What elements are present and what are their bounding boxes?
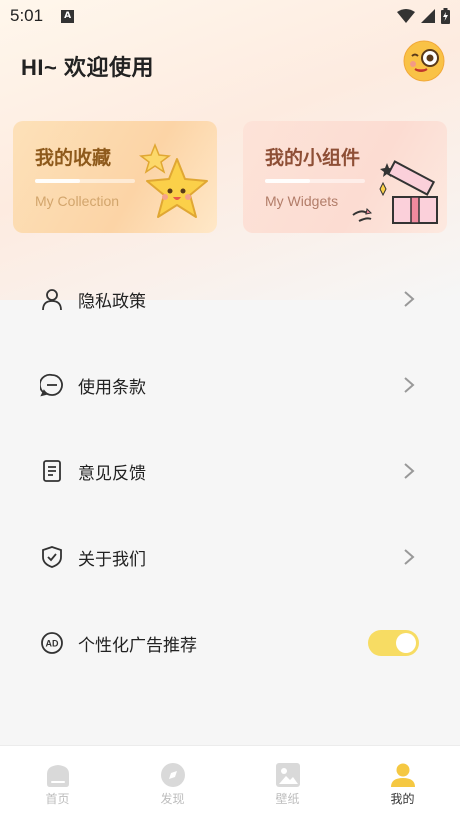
menu-item-about-us[interactable]: 关于我们	[0, 527, 460, 587]
a-icon: A	[61, 9, 75, 23]
menu-label: 个性化广告推荐	[78, 635, 197, 656]
status-time: 5:01	[10, 6, 44, 25]
shield-check-icon	[42, 546, 62, 568]
wifi-icon	[397, 9, 415, 23]
personalized-ads-toggle[interactable]	[368, 630, 419, 656]
menu-label: 关于我们	[78, 549, 146, 570]
home-icon	[47, 765, 69, 787]
menu-label: 隐私政策	[78, 291, 146, 312]
toggle-knob	[396, 633, 416, 653]
menu-item-terms-of-use[interactable]: 使用条款	[0, 355, 460, 415]
avatar-monocle-face-icon	[403, 40, 445, 82]
avatar[interactable]	[403, 40, 445, 82]
nav-label: 发现	[160, 792, 185, 806]
menu-label: 意见反馈	[78, 463, 146, 484]
menu-item-feedback[interactable]: 意见反馈	[0, 441, 460, 501]
user-icon	[42, 289, 62, 311]
menu-item-personalized-ads: AD 个性化广告推荐	[0, 613, 460, 673]
greeting-title: HI~ 欢迎使用	[21, 55, 154, 80]
my-collection-card[interactable]: 我的收藏 My Collection	[13, 121, 217, 233]
signal-icon	[421, 9, 435, 23]
card-bar	[35, 179, 135, 183]
star-mascot-icon	[139, 142, 208, 218]
svg-text:AD: AD	[46, 639, 59, 649]
chevron-right-icon	[404, 377, 415, 393]
nav-label: 壁纸	[275, 792, 300, 806]
card-subtitle: My Widgets	[265, 193, 339, 209]
chevron-right-icon	[404, 463, 415, 479]
chevron-right-icon	[404, 549, 415, 565]
bottom-nav: 首页 发现 壁纸 我的	[0, 745, 460, 819]
nav-label: 我的	[390, 792, 415, 806]
nav-label: 首页	[45, 792, 70, 806]
nav-item-wallpaper[interactable]: 壁纸	[230, 746, 345, 819]
profile-icon	[391, 763, 415, 787]
gift-box-icon	[352, 160, 438, 224]
chevron-right-icon	[404, 291, 415, 307]
my-widgets-card[interactable]: 我的小组件 My Widgets	[243, 121, 447, 233]
document-icon	[43, 460, 61, 482]
status-bar: 5:01 A	[0, 0, 460, 32]
card-title: 我的收藏	[35, 147, 112, 169]
battery-icon	[441, 8, 450, 24]
nav-item-home[interactable]: 首页	[0, 746, 115, 819]
menu-label: 使用条款	[78, 377, 146, 398]
ad-icon: AD	[41, 632, 63, 654]
nav-item-discover[interactable]: 发现	[115, 746, 230, 819]
card-bar	[265, 179, 365, 183]
card-subtitle: My Collection	[35, 193, 120, 209]
nav-item-profile[interactable]: 我的	[345, 746, 460, 819]
wallpaper-icon	[276, 763, 300, 787]
menu-item-privacy-policy[interactable]: 隐私政策	[0, 269, 460, 329]
card-title: 我的小组件	[265, 147, 361, 169]
compass-icon	[161, 763, 185, 787]
chat-icon	[40, 373, 63, 397]
